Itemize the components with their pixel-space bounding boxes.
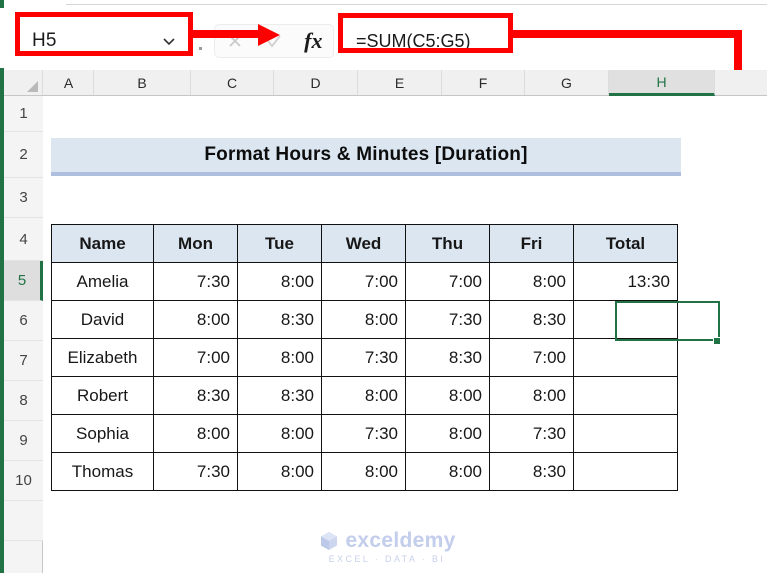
top-divider: [66, 4, 767, 5]
cell-total[interactable]: 13:30: [573, 262, 678, 301]
table-row[interactable]: Sophia 8:00 8:00 7:30 8:00 7:30: [51, 414, 678, 453]
cube-logo-icon: [318, 530, 340, 552]
cell-thu[interactable]: 8:00: [405, 414, 490, 453]
cell-fri[interactable]: 8:30: [489, 300, 574, 339]
cell-wed[interactable]: 7:30: [321, 414, 406, 453]
cell-name[interactable]: Elizabeth: [51, 338, 154, 377]
column-header-a[interactable]: A: [44, 70, 94, 95]
row-header-6[interactable]: 6: [4, 301, 43, 341]
cell-thu[interactable]: 8:00: [405, 376, 490, 415]
col-header-name: Name: [51, 224, 154, 263]
cell-mon[interactable]: 8:30: [153, 376, 238, 415]
select-all-corner[interactable]: [4, 70, 43, 95]
table-row[interactable]: Elizabeth 7:00 8:00 7:30 8:30 7:00: [51, 338, 678, 377]
row-header-band: 1 2 3 4 5 6 7 8 9 10: [4, 96, 43, 573]
cell-total[interactable]: [573, 338, 678, 377]
cell-mon[interactable]: 7:30: [153, 452, 238, 491]
table-row[interactable]: Amelia 7:30 8:00 7:00 7:00 8:00 13:30: [51, 262, 678, 301]
cell-name[interactable]: Robert: [51, 376, 154, 415]
cell-name[interactable]: Sophia: [51, 414, 154, 453]
annotation-line-to-formula: [192, 30, 264, 38]
table-row[interactable]: David 8:00 8:30 8:00 7:30 8:30: [51, 300, 678, 339]
cell-thu[interactable]: 8:00: [405, 452, 490, 491]
watermark-name: exceldemy: [345, 528, 456, 552]
row-header-9[interactable]: 9: [4, 421, 43, 461]
highlight-formula-box: [338, 13, 513, 53]
table-row[interactable]: Thomas 7:30 8:00 8:00 8:00 8:30: [51, 452, 678, 491]
cell-tue[interactable]: 8:00: [237, 452, 322, 491]
duration-table: Name Mon Tue Wed Thu Fri Total Amelia 7:…: [51, 224, 678, 491]
cell-thu[interactable]: 8:30: [405, 338, 490, 377]
column-header-b[interactable]: B: [94, 70, 191, 95]
row-header-1[interactable]: 1: [4, 96, 43, 132]
col-header-thu: Thu: [405, 224, 490, 263]
row-header-2[interactable]: 2: [4, 132, 43, 178]
cell-tue[interactable]: 8:00: [237, 262, 322, 301]
sheet-title-banner: Format Hours & Minutes [Duration]: [51, 138, 681, 176]
cell-total[interactable]: [573, 376, 678, 415]
annotation-line-right: [508, 30, 742, 38]
col-header-mon: Mon: [153, 224, 238, 263]
column-header-c[interactable]: C: [191, 70, 274, 95]
col-header-fri: Fri: [489, 224, 574, 263]
cell-tue[interactable]: 8:00: [237, 414, 322, 453]
cell-fri[interactable]: 8:00: [489, 262, 574, 301]
highlight-name-box: [15, 12, 193, 56]
column-header-e[interactable]: E: [358, 70, 442, 95]
cell-mon[interactable]: 7:00: [153, 338, 238, 377]
watermark-tagline: EXCEL · DATA · BI: [328, 553, 446, 564]
watermark: exceldemy EXCEL · DATA · BI: [287, 524, 487, 568]
cell-tue[interactable]: 8:00: [237, 338, 322, 377]
cell-wed[interactable]: 8:00: [321, 300, 406, 339]
active-cell-outline[interactable]: [615, 301, 720, 341]
column-header-d[interactable]: D: [274, 70, 358, 95]
col-header-total: Total: [573, 224, 678, 263]
cell-mon[interactable]: 7:30: [153, 262, 238, 301]
cell-fri[interactable]: 7:00: [489, 338, 574, 377]
cell-thu[interactable]: 7:30: [405, 300, 490, 339]
table-header-row: Name Mon Tue Wed Thu Fri Total: [51, 224, 678, 263]
cell-name[interactable]: David: [51, 300, 154, 339]
cell-thu[interactable]: 7:00: [405, 262, 490, 301]
col-header-tue: Tue: [237, 224, 322, 263]
cell-fri[interactable]: 8:00: [489, 376, 574, 415]
row-header-5[interactable]: 5: [4, 261, 43, 301]
fx-insert-function-icon[interactable]: fx: [301, 29, 325, 53]
cell-tue[interactable]: 8:30: [237, 376, 322, 415]
cell-wed[interactable]: 8:00: [321, 376, 406, 415]
column-header-next[interactable]: [715, 70, 767, 95]
cell-wed[interactable]: 7:30: [321, 338, 406, 377]
row-header-4[interactable]: 4: [4, 218, 43, 261]
row-header-10[interactable]: 10: [4, 461, 43, 501]
cell-total[interactable]: [573, 452, 678, 491]
row-header-7[interactable]: 7: [4, 341, 43, 381]
row-header-8[interactable]: 8: [4, 381, 43, 421]
column-header-g[interactable]: G: [525, 70, 609, 95]
cell-mon[interactable]: 8:00: [153, 300, 238, 339]
worksheet-grid: A B C D E F G H 1 2 3 4 5 6 7 8 9 10 For…: [4, 70, 767, 573]
row-header-3[interactable]: 3: [4, 178, 43, 218]
excel-screenshot: H5 fx =SUM(C5:G5) A B C D E F G H 1 2 3 …: [0, 0, 767, 573]
cell-wed[interactable]: 7:00: [321, 262, 406, 301]
column-header-h[interactable]: H: [609, 70, 715, 96]
row-header-11[interactable]: [4, 501, 43, 541]
annotation-arrow-to-formula: [258, 24, 280, 46]
page-title: Format Hours & Minutes [Duration]: [204, 144, 528, 165]
col-header-wed: Wed: [321, 224, 406, 263]
fill-handle[interactable]: [713, 337, 721, 345]
cell-total[interactable]: [573, 414, 678, 453]
cell-name[interactable]: Thomas: [51, 452, 154, 491]
cell-fri[interactable]: 7:30: [489, 414, 574, 453]
cell-tue[interactable]: 8:30: [237, 300, 322, 339]
table-row[interactable]: Robert 8:30 8:30 8:00 8:00 8:00: [51, 376, 678, 415]
cell-fri[interactable]: 8:30: [489, 452, 574, 491]
column-header-band: A B C D E F G H: [4, 70, 767, 96]
column-header-f[interactable]: F: [442, 70, 525, 95]
cell-wed[interactable]: 8:00: [321, 452, 406, 491]
cell-name[interactable]: Amelia: [51, 262, 154, 301]
cell-mon[interactable]: 8:00: [153, 414, 238, 453]
